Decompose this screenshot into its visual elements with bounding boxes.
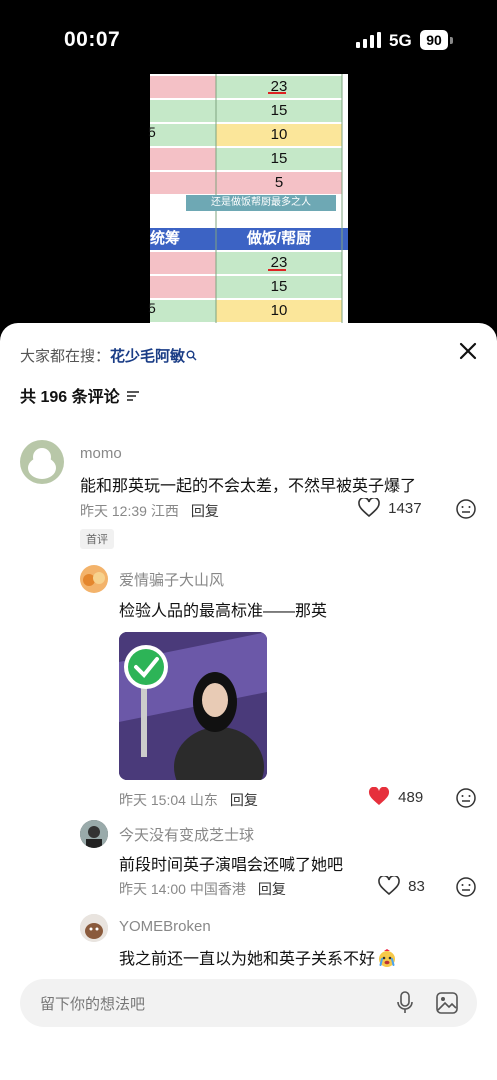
search-prefix: 大家都在搜：	[20, 348, 111, 365]
heart-filled-icon	[368, 786, 390, 805]
microphone-icon[interactable]	[396, 991, 414, 1015]
comment-text: 能和那英玩一起的不会太差，不然早被英子爆了	[80, 478, 417, 495]
emoji-react-icon[interactable]	[455, 876, 477, 898]
signal-icon	[356, 32, 381, 48]
sheet-header-right: 做饭/帮厨	[246, 230, 312, 247]
emoji-react-icon[interactable]	[455, 787, 477, 809]
comment-time: 昨天 12:39 江西	[80, 503, 179, 519]
comment-input[interactable]: 留下你的想法吧	[20, 979, 477, 1027]
sheet-left-mark-bottom: 5	[148, 300, 156, 316]
comment-meta: 昨天 14:00 中国香港 回复	[119, 879, 286, 899]
comment-time: 昨天 15:04 山东	[119, 792, 218, 808]
like-count: 489	[398, 788, 424, 806]
comment-panel: 大家都在搜：花少毛阿敏 共 196 条评论 momo 能和那英玩一起的不会太差，…	[0, 323, 497, 1080]
comment-photo	[119, 632, 267, 780]
comment-input-placeholder: 留下你的想法吧	[40, 996, 146, 1013]
sheet-cell: 15	[270, 102, 288, 119]
avatar-image	[80, 820, 108, 848]
avatar[interactable]	[80, 914, 108, 942]
comment-text: 我之前还一直以为她和英子关系不好	[119, 945, 397, 969]
comment-count-label: 共 196 条评论	[20, 389, 120, 406]
comment-text: 检验人品的最高标准——那英	[119, 603, 328, 620]
video-caption: 还是做饭帮厨最多之人	[186, 195, 336, 211]
sheet-values-bottom: 23 15 10	[216, 252, 342, 324]
search-suggestion[interactable]: 大家都在搜：花少毛阿敏	[20, 345, 197, 366]
sheet-left-mark: 5	[148, 124, 156, 140]
comment-image[interactable]	[119, 632, 267, 780]
first-comment-badge: 首评	[80, 529, 114, 549]
sheet-cell: 23	[270, 254, 288, 271]
avatar-image	[80, 914, 108, 942]
sheet-cell: 10	[270, 302, 288, 319]
battery-tip-icon	[450, 37, 453, 44]
avatar[interactable]	[80, 565, 108, 593]
crying-emoji-icon	[379, 949, 396, 967]
reply-button[interactable]: 回复	[258, 881, 286, 897]
like-count: 83	[408, 877, 425, 895]
avatar[interactable]	[20, 440, 64, 484]
image-upload-icon[interactable]	[435, 991, 459, 1015]
reply-button[interactable]: 回复	[230, 792, 258, 808]
heart-icon	[378, 874, 400, 896]
comment-time: 昨天 14:00 中国香港	[119, 881, 246, 897]
comment-text-content: 我之前还一直以为她和英子关系不好	[119, 951, 376, 968]
like-button[interactable]: 1437	[358, 496, 422, 518]
avatar-image	[83, 572, 105, 586]
comment-meta: 昨天 15:04 山东 回复	[119, 790, 258, 810]
sheet-cell: 10	[270, 126, 288, 143]
comment-username[interactable]: 今天没有变成芝士球	[119, 824, 254, 845]
sheet-header-left: 统筹	[150, 230, 181, 247]
comment-text: 前段时间英子演唱会还喊了她吧	[119, 857, 344, 874]
close-icon[interactable]	[456, 339, 480, 363]
search-term-link[interactable]: 花少毛阿敏	[110, 348, 185, 365]
sort-icon	[127, 391, 140, 401]
emoji-react-icon[interactable]	[455, 498, 477, 520]
sheet-cell: 5	[274, 174, 284, 191]
comment-count[interactable]: 共 196 条评论	[20, 383, 140, 407]
sheet-cell: 15	[270, 150, 288, 167]
avatar-image	[28, 448, 56, 479]
heart-icon	[358, 496, 380, 518]
sheet-values-top: 23 15 10 15 5	[216, 76, 342, 196]
sheet-cell: 15	[270, 278, 288, 295]
reply-button[interactable]: 回复	[191, 503, 219, 519]
avatar[interactable]	[80, 820, 108, 848]
like-button[interactable]: 489	[368, 786, 424, 807]
search-icon	[186, 350, 197, 361]
status-time: 00:07	[64, 28, 121, 51]
status-bar: 00:07 5G 90	[0, 0, 497, 80]
comment-username[interactable]: YOMEBroken	[119, 918, 211, 935]
like-count: 1437	[388, 499, 422, 517]
network-type: 5G	[389, 31, 412, 50]
like-button[interactable]: 83	[378, 874, 425, 896]
comment-meta: 昨天 12:39 江西 回复	[80, 501, 219, 521]
comment-username[interactable]: momo	[80, 445, 122, 462]
battery-icon: 90	[420, 30, 448, 50]
comment-username[interactable]: 爱情骗子大山风	[119, 569, 224, 590]
